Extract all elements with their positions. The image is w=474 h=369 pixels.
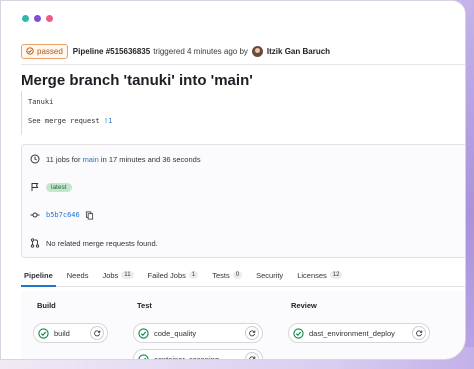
stage-title-test: Test	[137, 301, 152, 310]
triggered-text: triggered 4 minutes ago by	[153, 46, 248, 56]
page-title: Merge branch 'tanuki' into 'main'	[21, 72, 253, 89]
job-name: dast_environment_deploy	[309, 328, 395, 338]
pipeline-info-box: 11 jobs for main in 17 minutes and 36 se…	[21, 144, 465, 258]
commit-sha-row: b5b7c646	[30, 210, 94, 220]
tab-label: Needs	[66, 271, 89, 280]
status-badge[interactable]: passed	[21, 43, 68, 59]
latest-badge: latest	[46, 182, 72, 192]
retry-button[interactable]	[245, 326, 259, 340]
stage-title-review: Review	[291, 301, 317, 310]
stage-title-build: Build	[37, 301, 56, 310]
success-status-icon	[293, 327, 304, 339]
pipeline-tabs: Pipeline Needs Jobs 11 Failed Jobs 1 Tes…	[21, 267, 465, 287]
passed-status-icon	[26, 47, 34, 55]
tab-security[interactable]: Security	[253, 267, 286, 287]
branch-link[interactable]: main	[83, 155, 99, 164]
commit-description: Tanuki See merge request !1	[21, 91, 465, 135]
pipeline-graph: Build Test Review build code_quality con…	[21, 291, 465, 360]
avatar[interactable]	[251, 45, 263, 57]
job-name: build	[54, 328, 70, 338]
merge-requests-row: No related merge requests found.	[30, 238, 158, 248]
job-name: code_quality	[154, 328, 197, 338]
success-status-icon	[138, 353, 149, 359]
tab-licenses[interactable]: Licenses 12	[294, 267, 345, 287]
jobs-summary-row: 11 jobs for main in 17 minutes and 36 se…	[30, 154, 201, 164]
commit-icon	[30, 212, 40, 218]
retry-icon	[416, 330, 423, 337]
description-line: Tanuki	[28, 98, 54, 106]
commit-sha-link[interactable]: b5b7c646	[46, 211, 80, 219]
retry-button[interactable]	[245, 352, 259, 359]
merge-request-icon	[30, 238, 40, 248]
merge-request-link[interactable]: !1	[104, 117, 112, 125]
tab-jobs[interactable]: Jobs 11	[99, 267, 136, 287]
window-titlebar	[1, 1, 465, 35]
tab-label: Security	[256, 271, 284, 280]
retry-icon	[249, 356, 256, 359]
job-build[interactable]: build	[33, 323, 108, 343]
jobs-summary-suffix: in 17 minutes and 36 seconds	[100, 154, 201, 164]
tab-label: Tests	[212, 271, 230, 280]
job-dast-environment-deploy[interactable]: dast_environment_deploy	[288, 323, 430, 343]
tab-count-badge: 12	[329, 271, 343, 279]
tab-count-badge: 1	[188, 271, 199, 279]
job-code-quality[interactable]: code_quality	[133, 323, 263, 343]
tab-label: Jobs	[102, 271, 119, 280]
jobs-summary-prefix: 11 jobs for	[46, 154, 81, 164]
window-dot-purple	[34, 15, 41, 22]
retry-button[interactable]	[90, 326, 104, 340]
job-name: container_scanning	[154, 354, 220, 360]
tab-needs[interactable]: Needs	[64, 267, 92, 287]
tab-count-badge: 11	[121, 271, 134, 279]
tab-label: Licenses	[297, 271, 327, 280]
clock-icon	[30, 154, 40, 164]
tab-label: Failed Jobs	[147, 271, 186, 280]
window-dot-teal	[22, 15, 29, 22]
tab-count-badge: 0	[232, 271, 243, 279]
header-divider	[21, 64, 465, 65]
description-prefix: See merge request	[28, 117, 104, 125]
tab-pipeline[interactable]: Pipeline	[21, 267, 56, 287]
window-dot-pink	[46, 15, 53, 22]
pipeline-id: Pipeline #515636835	[72, 46, 151, 56]
retry-icon	[94, 330, 101, 337]
success-status-icon	[38, 327, 49, 339]
tab-tests[interactable]: Tests 0	[209, 267, 245, 287]
description-line-mr: See merge request !1	[28, 117, 112, 125]
tab-failed-jobs[interactable]: Failed Jobs 1	[145, 267, 202, 287]
flag-icon	[31, 183, 39, 191]
tags-row: latest	[30, 182, 72, 192]
status-badge-label: passed	[37, 46, 63, 56]
pipeline-header: passed Pipeline #515636835 triggered 4 m…	[21, 43, 330, 59]
job-container-scanning[interactable]: container_scanning	[133, 349, 263, 360]
app-window: passed Pipeline #515636835 triggered 4 m…	[0, 0, 466, 360]
merge-requests-text: No related merge requests found.	[46, 238, 158, 248]
author-name[interactable]: Itzik Gan Baruch	[267, 47, 330, 56]
tab-label: Pipeline	[24, 271, 53, 280]
retry-button[interactable]	[412, 326, 426, 340]
success-status-icon	[138, 327, 149, 339]
copy-icon[interactable]	[85, 210, 94, 220]
retry-icon	[249, 330, 256, 337]
